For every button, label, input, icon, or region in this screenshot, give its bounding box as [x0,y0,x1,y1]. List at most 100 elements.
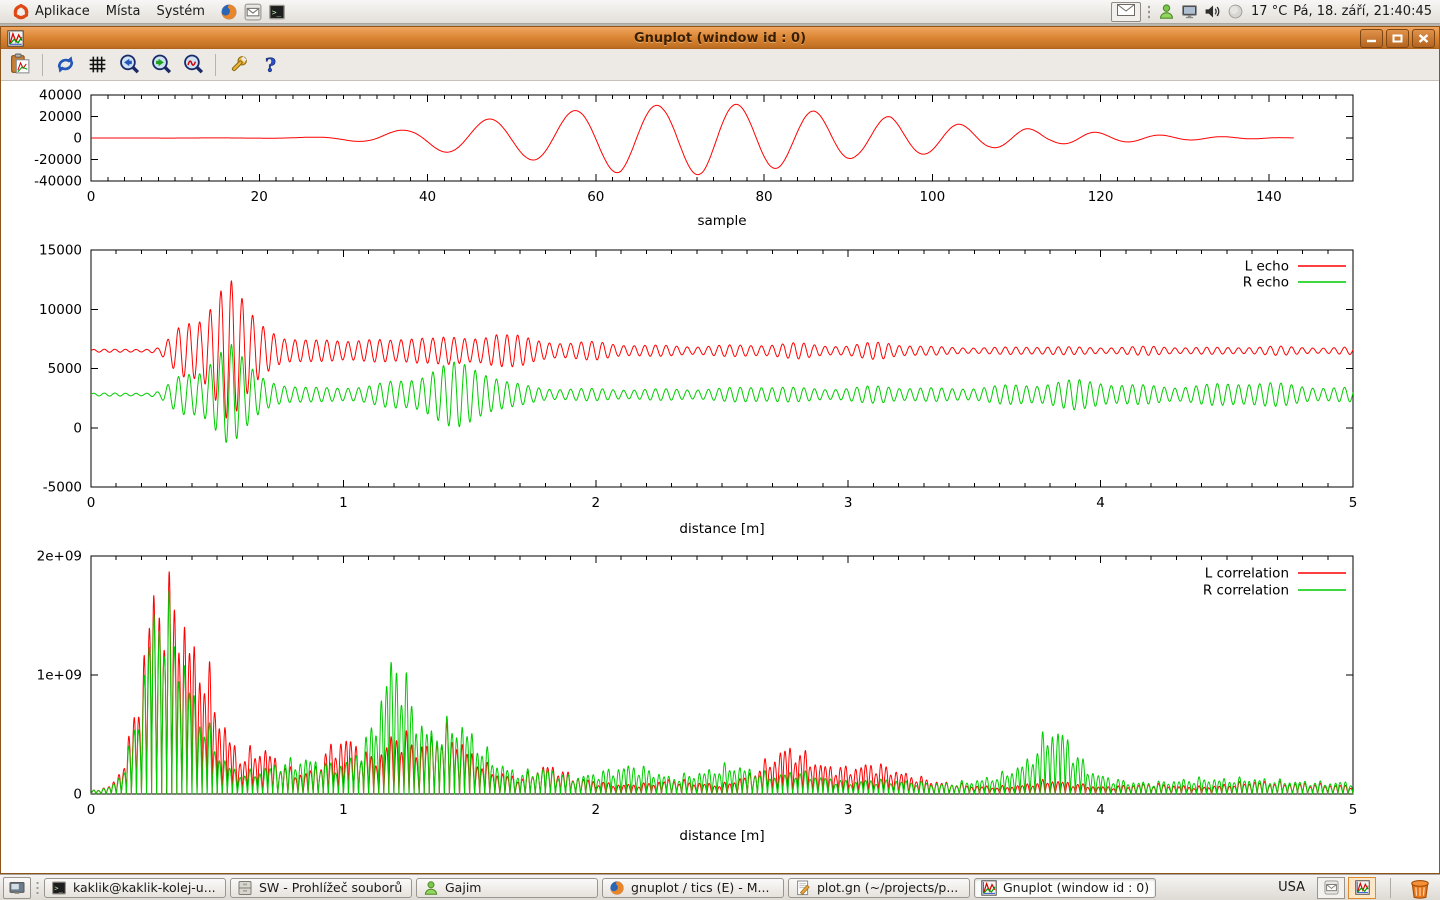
toggle-grid-button[interactable] [84,52,110,78]
help-button[interactable]: ? [257,52,283,78]
x-axis-title: distance [m] [679,521,764,537]
taskbar-button-filemanager[interactable]: SW - Prohlížeč souborů [230,878,412,898]
x-tick-label: 60 [587,189,604,205]
menu-aplikace[interactable]: Aplikace [4,1,98,23]
close-button[interactable] [1412,29,1435,48]
menu-mista[interactable]: Místa [98,1,149,23]
x-tick-label: 3 [844,495,853,511]
terminal-icon: >_ [51,880,67,896]
x-tick-label: 100 [919,189,945,205]
taskbar-button-firefox[interactable]: gnuplot / tics (E) - M... [602,878,784,898]
window-controls [1360,29,1435,48]
volume-tray-icon[interactable] [1203,2,1222,21]
tray-separator[interactable] [1147,4,1151,20]
mail-launcher[interactable] [243,2,263,22]
y-tick-label: 0 [73,787,82,803]
user-tray-icon[interactable] [1157,2,1176,21]
gnuplot-notification-icon[interactable] [1348,877,1376,899]
x-tick-label: 20 [251,189,268,205]
taskbar-button-editor[interactable]: plot.gn (~/projects/p... [788,878,970,898]
clock[interactable]: Pá, 18. září, 21:40:45 [1293,4,1432,19]
x-axis-title: distance [m] [679,828,764,844]
y-tick-label: 2e+09 [37,549,82,565]
keyboard-layout-indicator[interactable]: USA [1270,880,1313,895]
menu-system[interactable]: Systém [148,1,212,23]
unzoom-icon [182,53,205,76]
top-panel: Aplikace Místa Systém >_ 17 °C Pá, 18. zář… [0,0,1440,24]
terminal-launcher[interactable]: >_ [267,2,287,22]
x-tick-label: 1 [339,802,348,818]
firefox-launcher[interactable] [219,2,239,22]
x-tick-label: 4 [1096,495,1105,511]
show-desktop-icon [9,880,25,896]
display-tray-icon[interactable] [1180,2,1199,21]
zoom-next-button[interactable] [148,52,174,78]
display-icon [1181,3,1198,20]
window-titlebar[interactable]: Gnuplot (window id : 0) [1,27,1439,49]
minimize-button[interactable] [1360,29,1383,48]
svg-text:>_: >_ [54,884,63,892]
desktop: Aplikace Místa Systém >_ 17 °C Pá, 18. zář… [0,0,1440,900]
taskbar: >_kaklik@kaklik-kolej-u... SW - Prohlížeč… [0,874,1440,900]
volume-icon [1204,3,1221,20]
firefox-task-icon [609,880,625,896]
legend-label: L echo [1245,259,1289,275]
taskbar-button-terminal[interactable]: >_kaklik@kaklik-kolej-u... [44,878,226,898]
trash-applet[interactable] [1405,876,1435,900]
series-r-correlation [91,591,1353,794]
y-tick-label: 15000 [39,243,82,259]
axes [91,556,1353,794]
configure-button[interactable] [225,52,251,78]
axis-labels: 020406080100120140-40000-200000200004000… [34,88,1282,230]
x-tick-label: 2 [592,495,601,511]
mail-notification-button[interactable] [1111,2,1141,22]
taskbar-button-gajim[interactable]: Gajim [416,878,598,898]
envelope-icon [1117,4,1135,20]
menu-label: Místa [106,4,141,19]
terminal-task-icon: >_ [51,880,67,896]
y-tick-label: 5000 [48,361,82,377]
menu-label: Aplikace [35,4,90,19]
filemanager-task-icon [237,880,253,896]
toggle-grid-icon [86,53,109,76]
editor-icon [795,880,811,896]
maximize-button[interactable] [1386,29,1409,48]
gajim-icon [423,880,439,896]
taskbar-button-gnuplot[interactable]: Gnuplot (window id : 0) [974,878,1156,898]
user-icon [1158,3,1175,20]
x-tick-label: 2 [592,802,601,818]
gajim-task-icon [423,880,439,896]
show-desktop-button[interactable] [3,877,31,899]
plot-correlation: 01234501e+092e+09distance [m]L correlati… [37,549,1358,845]
mail-notification-icon[interactable] [1317,877,1345,899]
gnuplot-icon [1355,880,1370,895]
task-button-label: SW - Prohlížeč souborů [259,880,402,895]
weather-icon [1227,3,1244,20]
weather-tray-icon[interactable] [1226,2,1245,21]
x-tick-label: 40 [419,189,436,205]
editor-task-icon [795,880,811,896]
task-button-label: Gajim [445,880,481,895]
taskbar-grip[interactable] [35,879,40,897]
y-tick-label: 40000 [39,88,82,104]
menu-label: Systém [156,4,204,19]
mail-icon [1324,880,1339,895]
legend: L correlationR correlation [1203,566,1346,599]
replot-button[interactable] [52,52,78,78]
weather-temperature[interactable]: 17 °C [1251,4,1287,19]
copy-plot-icon [9,53,32,76]
gnuplot-canvas[interactable]: 020406080100120140-40000-200000200004000… [1,81,1439,873]
copy-plot-button[interactable] [7,52,33,78]
svg-text:>_: >_ [272,7,282,16]
zoom-previous-button[interactable] [116,52,142,78]
configure-icon [227,53,250,76]
unzoom-button[interactable] [180,52,206,78]
task-buttons: >_kaklik@kaklik-kolej-u... SW - Prohlížeč… [44,878,1156,898]
x-tick-label: 1 [339,495,348,511]
legend: L echoR echo [1243,259,1346,291]
firefox-icon [609,880,625,896]
legend-label: L correlation [1205,566,1289,582]
plot-sample-waveform: 020406080100120140-40000-200000200004000… [34,88,1353,230]
gnuplot-window: Gnuplot (window id : 0) ? 02040608010012… [0,26,1440,874]
x-tick-label: 0 [87,802,96,818]
